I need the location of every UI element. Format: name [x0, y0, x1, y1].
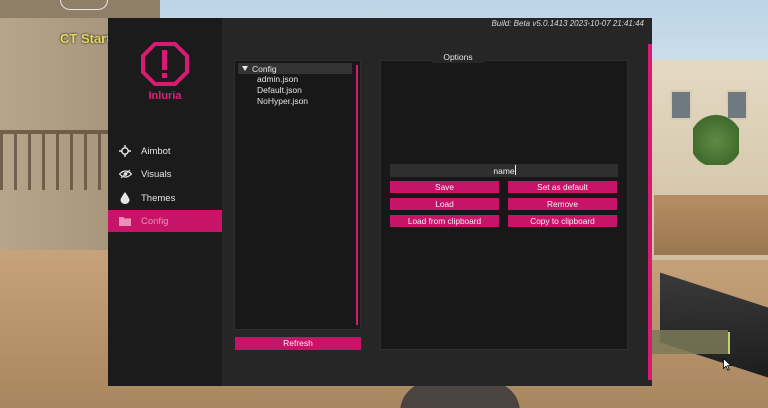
- hud-ammo-box: [652, 330, 728, 354]
- copy-to-clipboard-button[interactable]: Copy to clipboard: [508, 215, 617, 227]
- menu-window: Inluria Aimbot Visuals Themes Config Bui…: [108, 18, 733, 386]
- load-from-clipboard-button[interactable]: Load from clipboard: [390, 215, 499, 227]
- list-item[interactable]: Default.json: [257, 85, 308, 96]
- eye-icon: [118, 167, 132, 181]
- hud-radar-edge: [60, 0, 108, 10]
- sidebar-item-label: Themes: [141, 192, 176, 204]
- main-panel: Build: Beta v5.0.1413 2023-10-07 21:41:4…: [222, 18, 733, 386]
- sidebar-item-label: Config: [141, 215, 169, 227]
- config-file-list: admin.json Default.json NoHyper.json: [257, 74, 308, 107]
- droplet-icon: [118, 191, 132, 205]
- hud-ammo-bar: [728, 332, 730, 354]
- load-button[interactable]: Load: [390, 198, 499, 210]
- list-item[interactable]: admin.json: [257, 74, 308, 85]
- mouse-pointer-icon: [723, 357, 733, 376]
- sidebar-item-label: Aimbot: [141, 145, 171, 157]
- window-scrollbar[interactable]: [648, 44, 652, 380]
- options-panel: Options Save Set as default Load Remove …: [380, 52, 628, 350]
- sidebar: Inluria Aimbot Visuals Themes Config: [108, 18, 222, 386]
- folder-icon: [118, 214, 132, 228]
- config-list-scrollbar[interactable]: [356, 65, 358, 325]
- build-info: Build: Beta v5.0.1413 2023-10-07 21:41:4…: [491, 19, 644, 28]
- config-tree-header[interactable]: Config: [238, 63, 352, 74]
- sidebar-item-config[interactable]: Config: [108, 210, 222, 232]
- config-name-input[interactable]: [390, 164, 618, 177]
- brand-logo-icon: [141, 40, 189, 88]
- round-status-text: CT Start: [60, 31, 111, 46]
- options-title: Options: [432, 52, 484, 63]
- refresh-button[interactable]: Refresh: [235, 337, 361, 350]
- chevron-down-icon: [242, 66, 248, 71]
- remove-button[interactable]: Remove: [508, 198, 617, 210]
- brand-name: Inluria: [148, 90, 182, 102]
- text-caret: [515, 165, 516, 175]
- config-list-panel: Config admin.json Default.json NoHyper.j…: [234, 60, 361, 330]
- sidebar-item-aimbot[interactable]: Aimbot: [108, 140, 222, 162]
- save-button[interactable]: Save: [390, 181, 499, 193]
- sidebar-item-label: Visuals: [141, 168, 172, 180]
- sidebar-item-themes[interactable]: Themes: [108, 187, 222, 209]
- sidebar-item-visuals[interactable]: Visuals: [108, 163, 222, 185]
- config-tree-title: Config: [252, 63, 277, 74]
- set-default-button[interactable]: Set as default: [508, 181, 617, 193]
- list-item[interactable]: NoHyper.json: [257, 96, 308, 107]
- crosshair-icon: [118, 144, 132, 158]
- tree: [693, 105, 739, 165]
- fence: [0, 130, 112, 190]
- crate: [654, 195, 768, 255]
